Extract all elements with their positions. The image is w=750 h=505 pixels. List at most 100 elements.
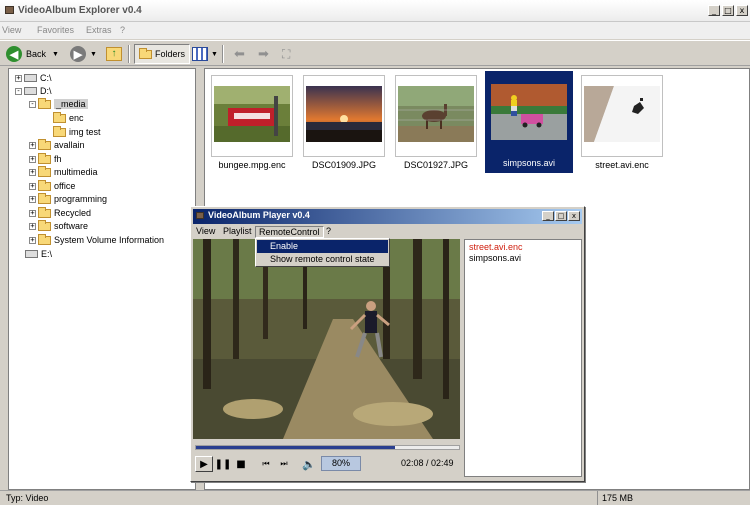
thumbnail-image [584,86,660,142]
tree-item-media[interactable]: - _media [29,97,88,110]
remotecontrol-dropdown: Enable Show remote control state [255,238,390,267]
forward-button[interactable]: ▶ ▼ [70,44,97,64]
tree-item-e-drive[interactable]: E:\ [25,248,52,260]
mute-button[interactable]: 🔈 [301,456,317,472]
play-button[interactable]: ▶ [195,456,213,472]
stop-button[interactable]: ■ [233,456,249,472]
status-type: Typ: Video [6,493,49,503]
playlist-item-active[interactable]: street.avi.enc [469,242,523,252]
views-button[interactable]: ▼ [192,44,218,64]
folders-button[interactable]: Folders [134,44,191,64]
explorer-titlebar[interactable]: VideoAlbum Explorer v0.4 _ □ x [0,0,750,22]
pause-button[interactable]: ❚❚ [215,456,232,472]
tree-item-label: software [54,221,89,231]
tree-expand-icon[interactable]: + [29,168,36,176]
tree-item-label: D:\ [40,86,52,96]
minimize-button[interactable]: _ [708,5,720,16]
tree-expand-icon[interactable]: + [29,141,36,149]
folder-icon [38,233,51,245]
menu-view[interactable]: View [2,25,21,35]
player-titlebar[interactable]: VideoAlbum Player v0.4 _ □ x [193,209,582,224]
prev-button[interactable]: ⬅ [234,44,245,64]
film-icon [196,212,204,219]
menu-help[interactable]: ? [120,25,125,35]
player-menubar: View Playlist RemoteControl ? [193,225,582,238]
tree-item-enc[interactable]: enc [53,111,84,124]
player-menu-help[interactable]: ? [323,226,334,238]
back-button[interactable]: ◀ Back ▼ [6,44,59,64]
tree-expand-icon[interactable]: + [29,222,36,230]
thumbnail-label: street.avi.enc [595,160,649,170]
player-menu-playlist[interactable]: Playlist [220,226,255,238]
menu-extras[interactable]: Extras [86,25,112,35]
player-maximize-button[interactable]: □ [555,211,567,221]
folder-icon [53,125,66,137]
forward-arrow-icon: ▶ [70,46,86,62]
tree-item-avallain[interactable]: + avallain [29,138,85,151]
tree-item-c-drive[interactable]: + C:\ [15,72,52,84]
thumbnail-selected[interactable]: simpsons.avi [485,71,573,173]
next-button[interactable]: ➡ [258,44,269,64]
folder-icon [53,111,66,123]
tree-expand-icon[interactable]: + [29,236,36,244]
thumbnail[interactable] [395,75,477,157]
volume-slider[interactable]: 80% [321,456,361,471]
drive-icon [24,74,37,82]
tree-item-label: E:\ [41,249,53,259]
tree-expand-icon[interactable]: + [29,195,36,203]
tree-item-recycled[interactable]: + Recycled [29,206,91,219]
folder-icon [38,179,51,191]
next-track-button[interactable]: ⏭ [275,456,293,472]
toolbar-separator [128,45,130,63]
speaker-icon: 🔈 [302,457,316,471]
tree-expand-icon[interactable]: + [15,74,22,82]
menu-item-enable[interactable]: Enable [257,240,388,253]
thumbnail[interactable] [211,75,293,157]
close-button[interactable]: x [736,5,748,16]
player-menu-remotecontrol[interactable]: RemoteControl [255,226,324,238]
tree-item-software[interactable]: + software [29,219,89,232]
thumbnail-label: DSC01927.JPG [403,160,469,170]
folder-icon [38,138,51,150]
fullscreen-button[interactable]: ⛶ [282,44,290,64]
playlist-item[interactable]: simpsons.avi [469,253,521,263]
progress-fill [196,446,395,449]
back-dropdown-icon[interactable]: ▼ [52,51,59,58]
tree-item-programming[interactable]: + programming [29,192,107,205]
drive-icon [24,87,37,95]
thumbnail[interactable] [581,75,663,157]
tree-item-label: img test [69,127,101,137]
tree-item-img-test[interactable]: img test [53,125,101,138]
video-frame[interactable] [193,239,460,439]
player-close-button[interactable]: x [568,211,580,221]
tree-item-fh[interactable]: + fh [29,152,62,165]
tree-expand-icon[interactable]: + [29,209,36,217]
tree-item-label: avallain [54,140,85,150]
player-minimize-button[interactable]: _ [542,211,554,221]
maximize-button[interactable]: □ [722,5,734,16]
tree-expand-icon[interactable]: + [29,155,36,163]
tree-collapse-icon[interactable]: - [15,87,22,95]
up-folder-button[interactable]: ↑ [106,44,122,64]
menu-favorites[interactable]: Favorites [37,25,74,35]
tree-item-system-volume-information[interactable]: + System Volume Information [29,233,164,246]
previous-track-button[interactable]: ⏮ [257,456,275,472]
status-bar: Typ: Video 175 MB [0,490,750,505]
views-dropdown-icon[interactable]: ▼ [211,51,218,58]
tree-expand-icon[interactable]: + [29,182,36,190]
thumbnail[interactable] [303,75,385,157]
folder-tree[interactable]: + C:\ - D:\ - _media enc img test + aval… [8,68,196,490]
thumbnail-label: bungee.mpg.enc [218,160,286,170]
folder-open-icon [38,97,51,109]
playlist-panel[interactable]: street.avi.enc simpsons.avi [464,239,582,477]
right-arrow-icon: ➡ [258,46,269,61]
menu-item-show-remote-control-state[interactable]: Show remote control state [257,253,388,266]
thumbnail-label: DSC01909.JPG [311,160,377,170]
tree-item-multimedia[interactable]: + multimedia [29,165,98,178]
tree-item-office[interactable]: + office [29,179,75,192]
tree-item-d-drive[interactable]: - D:\ [15,85,52,97]
progress-bar[interactable] [195,445,460,450]
forward-dropdown-icon[interactable]: ▼ [90,51,97,58]
player-menu-view[interactable]: View [193,226,218,238]
tree-collapse-icon[interactable]: - [29,100,36,108]
